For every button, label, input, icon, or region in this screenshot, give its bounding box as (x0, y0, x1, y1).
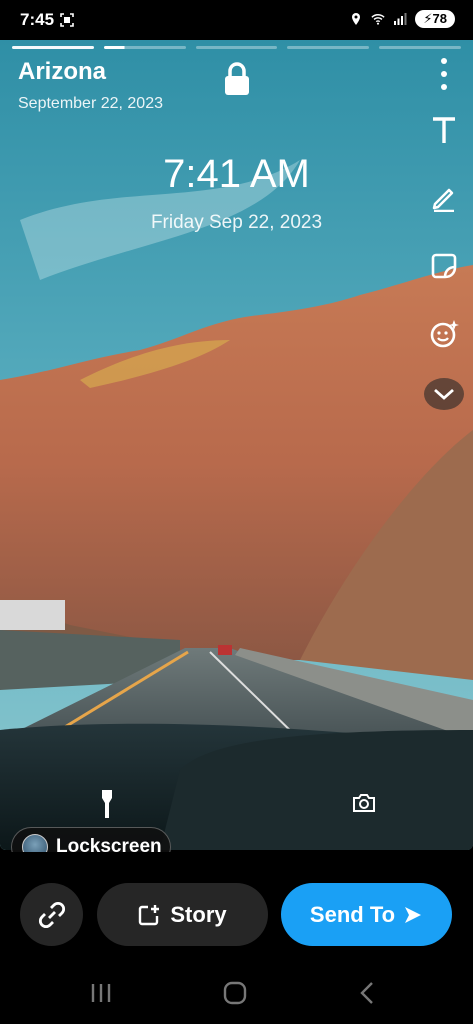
home-icon (223, 981, 247, 1005)
emoji-tool-button[interactable] (424, 314, 464, 354)
system-nav-bar (0, 960, 473, 1024)
text-tool-button[interactable] (424, 110, 464, 150)
progress-segment (103, 46, 186, 49)
screenshot-icon (60, 13, 74, 27)
status-bar: 7:45 ⚡78 (0, 0, 473, 40)
location-title: Arizona (18, 58, 107, 85)
text-icon (433, 117, 455, 143)
story-photo[interactable]: Arizona September 22, 2023 7:41 AM Frida… (0, 40, 473, 850)
story-button-label: Story (170, 901, 227, 927)
camera-icon[interactable] (352, 794, 376, 812)
capture-time: 7:41 AM (163, 152, 310, 196)
recents-nav-button[interactable] (86, 980, 116, 1006)
story-date: September 22, 2023 (18, 95, 163, 112)
pen-icon (432, 188, 454, 212)
progress-segment (12, 46, 94, 49)
lock-icon[interactable] (224, 62, 250, 96)
status-time: 7:45 (20, 10, 55, 29)
action-bar: Story Send To (0, 852, 473, 960)
status-icons: ⚡78 (349, 10, 455, 28)
send-arrow-icon (405, 906, 422, 923)
progress-segment (195, 46, 278, 49)
send-to-button[interactable]: Send To (281, 883, 452, 946)
progress-segment (287, 46, 370, 49)
sticker-icon (431, 253, 457, 279)
location-icon (352, 13, 361, 25)
wifi-icon (371, 14, 386, 25)
signal-icon (394, 13, 407, 25)
back-nav-button[interactable] (352, 980, 382, 1006)
home-nav-button[interactable] (220, 980, 250, 1006)
link-button[interactable] (20, 883, 83, 946)
add-story-icon (139, 904, 160, 925)
back-icon (360, 982, 373, 1004)
flashlight-icon[interactable] (100, 790, 114, 820)
expand-tools-button[interactable] (424, 378, 464, 410)
chevron-down-icon (434, 388, 454, 400)
recents-icon (91, 984, 111, 1002)
capture-date: Friday Sep 22, 2023 (150, 212, 323, 233)
progress-segment (379, 46, 461, 49)
sticker-tool-button[interactable] (424, 246, 464, 286)
battery-level: 78 (432, 11, 447, 26)
story-button[interactable]: Story (97, 883, 268, 946)
story-progress (12, 46, 461, 49)
link-icon (38, 901, 65, 928)
more-options-icon[interactable] (436, 56, 452, 92)
battery-indicator: ⚡78 (415, 10, 455, 28)
send-to-label: Send To (309, 901, 396, 927)
smiley-sparkle-icon (430, 320, 459, 348)
pen-tool-button[interactable] (424, 178, 464, 218)
